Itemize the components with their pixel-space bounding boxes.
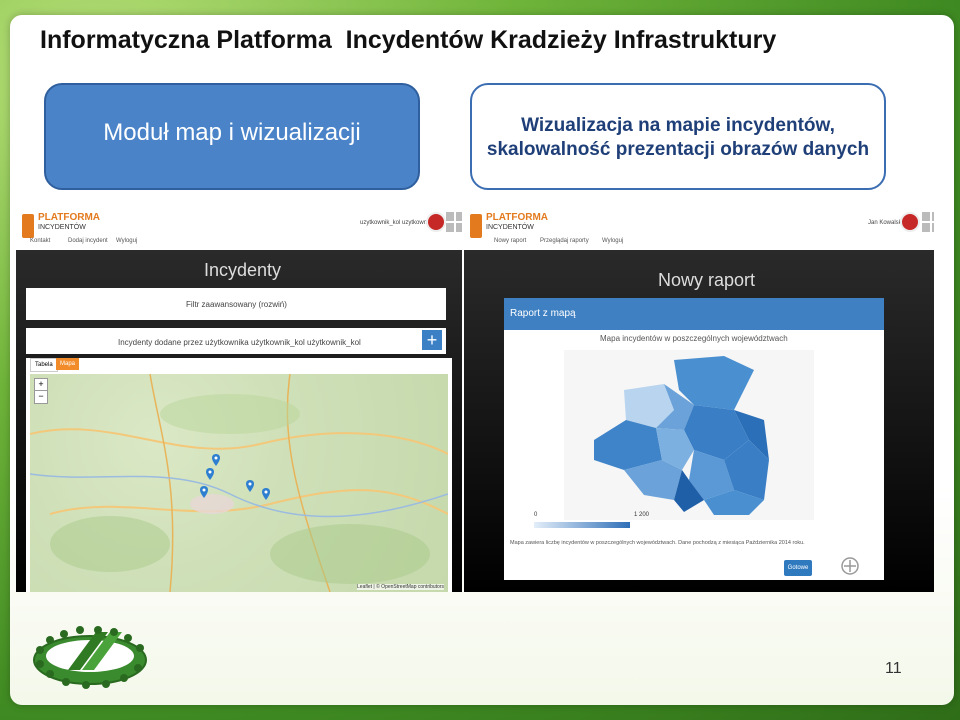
nav-contact[interactable]: Kontakt	[30, 238, 50, 244]
brand-icon	[470, 214, 482, 238]
module-label-box: Moduł map i wizualizacji	[44, 83, 420, 190]
add-incident-button[interactable]: +	[422, 330, 442, 350]
tab-map[interactable]: Mapa	[56, 358, 80, 370]
description-line-2: skalowalność prezentacji obrazów danych	[486, 139, 870, 160]
map-terrain	[30, 374, 448, 592]
page-heading: Nowy raport	[658, 270, 756, 290]
map-panel: Tabela Mapa + − Leaflet | © OpenStreetMa…	[26, 358, 452, 592]
incident-list-title: Incydenty dodane przez użytkownika użytk…	[118, 338, 361, 347]
map-pin-icon[interactable]	[206, 468, 214, 480]
brand-subname: INCYDENTÓW	[486, 224, 534, 231]
map-pin-icon[interactable]	[246, 480, 254, 492]
region-shape	[594, 420, 662, 470]
app-header: PLATFORMA INCYDENTÓW Kontakt Dodaj incyd…	[16, 208, 462, 251]
nav-browse-reports[interactable]: Przeglądaj raporty	[540, 238, 589, 244]
report-map-screenshot: PLATFORMA INCYDENTÓW Nowy raport Przeglą…	[464, 208, 934, 592]
slide-title: Informatyczna Platforma Incydentów Kradz…	[40, 26, 777, 54]
zoom-out-button[interactable]: −	[34, 390, 48, 404]
user-avatar-icon[interactable]	[900, 212, 920, 232]
choropleth-map[interactable]	[564, 350, 814, 520]
page-number: 11	[885, 660, 902, 677]
page-heading: Incydenty	[204, 260, 282, 280]
scale-min-label: 0	[534, 512, 538, 518]
done-button[interactable]: Gotowe	[784, 560, 812, 576]
report-header-bar: Raport z mapą	[504, 298, 884, 330]
apps-grid-icon[interactable]	[922, 212, 934, 232]
description-line-1: Wizualizacja na mapie incydentów,	[521, 115, 835, 136]
map-pin-icon[interactable]	[262, 488, 270, 500]
nav-add-incident[interactable]: Dodaj incydent	[68, 238, 108, 244]
map-pin-icon[interactable]	[212, 454, 220, 466]
incidents-map-screenshot: PLATFORMA INCYDENTÓW Kontakt Dodaj incyd…	[16, 208, 462, 592]
apps-grid-icon[interactable]	[446, 212, 462, 232]
brand-name: PLATFORMA	[486, 212, 549, 223]
color-scale-bar	[534, 522, 630, 528]
nav-logout[interactable]: Wyloguj	[602, 238, 623, 244]
add-circle-icon[interactable]	[840, 556, 860, 576]
tab-table[interactable]: Tabela	[30, 358, 58, 372]
description-box: Wizualizacja na mapie incydentów, skalow…	[470, 83, 886, 190]
brand-icon	[22, 214, 34, 238]
brand-subname: INCYDENTÓW	[38, 224, 86, 231]
app-header: PLATFORMA INCYDENTÓW Nowy raport Przeglą…	[464, 208, 934, 251]
nav-logout[interactable]: Wyloguj	[116, 238, 137, 244]
project-logo-icon	[33, 626, 147, 689]
user-avatar-icon[interactable]	[426, 212, 446, 232]
filter-toggle[interactable]: Filtr zaawansowany (rozwiń)	[186, 300, 287, 309]
filter-panel[interactable]: Filtr zaawansowany (rozwiń)	[26, 288, 446, 320]
module-label: Moduł map i wizualizacji	[103, 119, 361, 146]
map-attribution[interactable]: Leaflet | © OpenStreetMap contributors	[357, 584, 444, 590]
brand-name: PLATFORMA	[38, 212, 101, 223]
chart-footnote: Mapa zawiera liczbę incydentów w poszcze…	[510, 540, 805, 546]
scale-max-label: 1 200	[634, 512, 650, 518]
report-title: Raport z mapą	[510, 308, 576, 319]
user-name[interactable]: Jan Kowalski	[868, 220, 903, 226]
nav-new-report[interactable]: Nowy raport	[494, 238, 526, 244]
report-panel: Mapa incydentów w poszczególnych wojewód…	[504, 330, 884, 580]
incident-list-header: Incydenty dodane przez użytkownika użytk…	[26, 328, 446, 354]
incidents-map[interactable]: + − Leaflet | © OpenStreetMap contributo…	[30, 374, 448, 592]
map-pin-icon[interactable]	[200, 486, 208, 498]
chart-title: Mapa incydentów w poszczególnych wojewód…	[600, 334, 788, 343]
